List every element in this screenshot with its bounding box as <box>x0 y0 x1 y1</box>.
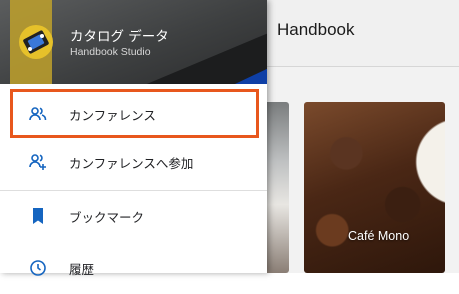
menu-item-join-conference[interactable]: カンファレンスへ参加 <box>0 136 267 188</box>
menu-item-label: カンファレンスへ参加 <box>69 156 194 171</box>
bookmark-icon <box>28 206 48 226</box>
drawer-header: カタログ データ Handbook Studio <box>0 0 267 84</box>
card-title: Café Mono <box>348 229 410 243</box>
navigation-drawer: カタログ データ Handbook Studio カンファレンス カンファレンス… <box>0 0 267 277</box>
menu-item-bookmarks[interactable]: ブックマーク <box>0 190 267 242</box>
drawer-title: カタログ データ <box>70 29 169 45</box>
menu-item-label: 履歴 <box>69 262 95 277</box>
menu-item-label: ブックマーク <box>69 210 145 225</box>
menu-item-conferences[interactable]: カンファレンス <box>10 89 259 138</box>
drawer-subtitle: Handbook Studio <box>70 46 151 58</box>
menu-item-label: カンファレンス <box>69 108 156 123</box>
history-icon <box>28 258 48 278</box>
people-icon <box>28 104 48 124</box>
toolbar-title: Handbook <box>277 20 355 39</box>
menu-item-history[interactable]: 履歴 <box>0 242 267 294</box>
conference-card[interactable]: Café Mono <box>304 102 445 273</box>
app-logo-icon <box>19 25 53 59</box>
add-people-icon <box>28 152 48 172</box>
